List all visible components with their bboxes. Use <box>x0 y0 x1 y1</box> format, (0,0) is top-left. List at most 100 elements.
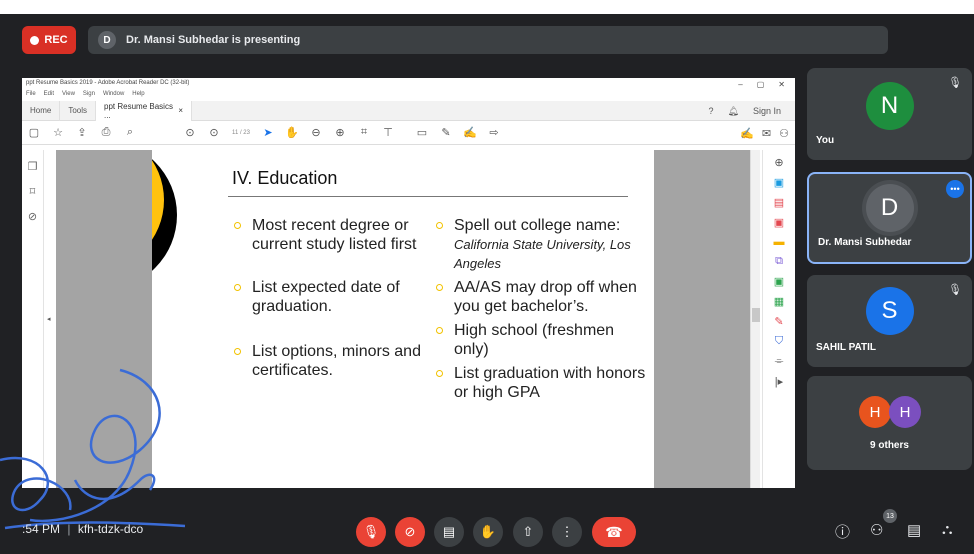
organize-pages-icon: ▤ <box>773 197 785 209</box>
more-options-button[interactable]: ⋮ <box>552 517 582 547</box>
bell-icon: 🔔︎ <box>727 105 739 116</box>
print-icon: ⎙ <box>101 126 111 138</box>
tab-home: Home <box>22 100 61 121</box>
participant-name: You <box>816 135 835 146</box>
attachment-icon: ⊘ <box>27 211 38 223</box>
others-label: 9 others <box>870 440 909 451</box>
page-up-icon: ⊙ <box>185 127 195 139</box>
shared-screen: ppt Resume Basics 2019 - Adobe Acrobat R… <box>22 78 795 488</box>
create-icon: ▢ <box>28 127 40 139</box>
mic-off-icon: 🎙︎ <box>948 284 962 296</box>
protect-icon: ⛉ <box>774 335 784 347</box>
bookmark-star-icon: ☆ <box>53 127 63 139</box>
tab-close-icon: × <box>178 106 184 115</box>
compress-icon: ▣ <box>773 276 785 288</box>
zoom-out-icon: ⊖ <box>311 127 321 139</box>
fill-sign-icon: ✍ <box>740 127 754 140</box>
participant-name: Dr. Mansi Subhedar <box>818 237 912 248</box>
expand-panel-icon: |▸ <box>774 376 784 388</box>
menu-edit: Edit <box>43 91 55 97</box>
meeting-info: :54 PM | kfh-tdzk-dco <box>22 522 143 536</box>
slide-page: IV. Education Most recent degree or curr… <box>152 150 654 488</box>
captions-button[interactable]: ▤ <box>434 517 464 547</box>
hand-icon: ✋ <box>285 127 299 139</box>
raise-hand-button[interactable]: ✋ <box>473 517 503 547</box>
bookmarks-icon: ⌑ <box>29 186 36 198</box>
leave-call-button[interactable]: ☎ <box>592 517 636 547</box>
present-button[interactable]: ⇧ <box>513 517 543 547</box>
tab-document: ppt Resume Basics ... × <box>96 100 193 121</box>
zoom-tool-icon: ⊕ <box>774 157 784 169</box>
left-panel-rail: ❐ ⌑ ⊘ <box>22 150 44 488</box>
pages-icon: ❐ <box>27 161 38 173</box>
collapse-left-icon: ◂ <box>47 316 51 323</box>
participant-tile-presenter[interactable]: ••• D Dr. Mansi Subhedar <box>807 172 972 264</box>
combine-icon: ⧉ <box>775 255 783 267</box>
right-column: Spell out college name: California State… <box>434 216 649 407</box>
present-icon: ⇧ <box>522 524 534 539</box>
bullet-right-4: List graduation with honors or high GPA <box>434 364 649 402</box>
avatar: D <box>865 184 914 232</box>
bullet-right-3: High school (freshmen only) <box>434 321 649 359</box>
bullet-right-1-italic: California State University, Los Angeles <box>454 237 631 271</box>
title-rule <box>228 196 628 197</box>
participant-tile-others[interactable]: H H 9 others <box>807 376 972 470</box>
presenter-avatar: D <box>98 31 116 49</box>
people-count-badge: 13 <box>883 509 897 523</box>
participant-tile-sahil[interactable]: 🎙︎ S SAHIL PATIL <box>807 275 972 367</box>
meeting-code: kfh-tdzk-dco <box>77 522 144 536</box>
presenting-banner: D Dr. Mansi Subhedar is presenting <box>88 26 888 54</box>
presenting-text: Dr. Mansi Subhedar is presenting <box>126 34 301 46</box>
hand-icon: ✋ <box>479 524 497 539</box>
share-user-icon: ⚇ <box>779 127 789 140</box>
slide-title: IV. Education <box>232 168 338 188</box>
scrollbar-thumb <box>752 308 760 322</box>
upload-icon: ⇪ <box>77 127 87 139</box>
separator: | <box>67 522 71 536</box>
comment-tool-icon: ▬ <box>773 236 785 248</box>
page-gutter-left: ◂ <box>47 150 152 488</box>
mic-off-button[interactable]: 🎙︎ <box>356 517 386 547</box>
acrobat-tabbar: Home Tools ppt Resume Basics ... × ? 🔔︎ S… <box>22 100 795 121</box>
select-cursor-icon: ➤ <box>263 127 273 139</box>
people-icon[interactable]: ⚇ <box>870 521 883 539</box>
page-gutter-right <box>654 150 750 488</box>
export-pdf-icon: ▣ <box>773 177 785 189</box>
help-icon: ? <box>708 106 714 116</box>
comment-icon: ▭ <box>416 127 428 139</box>
tab-document-label: ppt Resume Basics ... <box>104 101 173 120</box>
window-title: ppt Resume Basics 2019 - Adobe Acrobat R… <box>26 80 190 86</box>
menu-window: Window <box>102 91 125 97</box>
mail-icon: ✉ <box>761 127 772 140</box>
camera-off-button[interactable]: ⊘ <box>395 517 425 547</box>
stamp-icon: ⊤ <box>383 127 393 139</box>
maximize-icon: ▢ <box>756 80 765 89</box>
sign-icon: ✍ <box>463 127 477 139</box>
activities-icon[interactable]: ⛬ <box>942 521 953 538</box>
crop-icon: ⌗ <box>360 126 368 138</box>
document-area: ❐ ⌑ ⊘ ◂ IV. Education Most recent degree… <box>22 150 795 488</box>
share-icon: ⇨ <box>489 127 499 139</box>
close-icon: ✕ <box>778 80 785 89</box>
menu-view: View <box>62 91 75 97</box>
more-vert-icon: ⋮ <box>560 524 574 539</box>
bullet-right-1: Spell out college name: California State… <box>434 216 649 273</box>
zoom-search-icon: ⌕ <box>126 126 134 138</box>
meeting-details-icon[interactable]: ⓘ <box>835 521 850 542</box>
chat-icon[interactable]: ▤ <box>907 521 921 539</box>
acrobat-toolbar: ▢ ☆ ⇪ ⎙ ⌕ ⊙ ⊙ 11 / 23 ➤ ✋ ⊖ ⊕ ⌗ ⊤ ▭ ✎ ✍ … <box>22 121 795 145</box>
more-tools-icon: ⌯ <box>774 355 784 367</box>
avatar: S <box>865 287 914 335</box>
captions-icon: ▤ <box>442 524 456 539</box>
participant-tile-you[interactable]: 🎙︎ N You <box>807 68 972 160</box>
more-options-icon[interactable]: ••• <box>946 180 964 198</box>
mic-off-icon: 🎙︎ <box>948 77 962 89</box>
avatar: H <box>889 396 921 428</box>
recording-badge: REC <box>22 26 76 54</box>
pen-icon: ✎ <box>441 127 451 139</box>
document-scrollbar <box>750 150 760 488</box>
bullet-right-2: AA/AS may drop off when you get bachelor… <box>434 278 649 316</box>
zoom-in-icon: ⊕ <box>335 127 345 139</box>
tools-rail: ⊕ ▣ ▤ ▣ ▬ ⧉ ▣ ▦ ✎ ⛉ ⌯ |▸ <box>762 150 795 488</box>
hang-up-icon: ☎ <box>605 523 623 540</box>
